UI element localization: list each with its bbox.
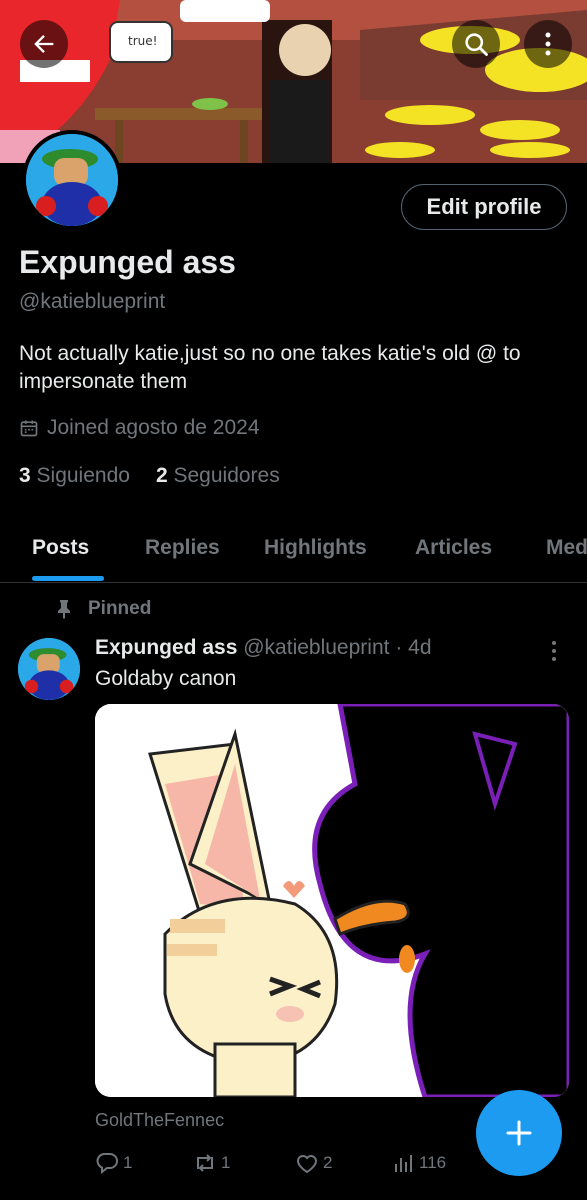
- calendar-icon: [20, 420, 38, 437]
- edit-profile-button[interactable]: Edit profile: [401, 184, 567, 230]
- post-author-avatar[interactable]: [18, 638, 80, 700]
- compose-post-button[interactable]: [476, 1090, 562, 1176]
- profile-display-name: Expunged ass: [19, 244, 236, 280]
- reply-icon: [96, 1153, 118, 1174]
- back-button[interactable]: [20, 20, 68, 68]
- following-count: 3: [19, 464, 31, 487]
- profile-avatar[interactable]: [22, 130, 122, 230]
- image-caption: GoldTheFennec: [95, 1110, 225, 1130]
- profile-bio: Not actually katie,just so no one takes …: [19, 342, 521, 393]
- tab-media[interactable]: Med: [546, 536, 587, 560]
- following-label: Siguiendo: [36, 464, 130, 487]
- reply-count: 1: [123, 1153, 133, 1172]
- following-link[interactable]: 3 Siguiendo: [19, 464, 130, 488]
- profile-tabs: Posts Replies Highlights Articles Med: [0, 520, 587, 583]
- tab-highlights[interactable]: Highlights: [264, 536, 367, 560]
- views-button[interactable]: 116: [393, 1152, 446, 1174]
- more-vertical-icon: [545, 32, 551, 56]
- compose-plus-icon: [506, 1120, 532, 1146]
- speech-bubble-text: true!: [128, 34, 157, 48]
- post-header: Expunged ass @katieblueprint · 4d: [95, 636, 432, 660]
- avatar-image: [26, 134, 118, 226]
- joined-date: Joined agosto de 2024: [19, 416, 260, 440]
- post-time: · 4d: [395, 636, 432, 659]
- tab-replies[interactable]: Replies: [145, 536, 220, 560]
- repost-icon: [197, 1154, 213, 1172]
- post-more-button[interactable]: [550, 640, 558, 667]
- like-button[interactable]: 2: [295, 1152, 332, 1174]
- joined-text: Joined agosto de 2024: [47, 416, 260, 439]
- followers-link[interactable]: 2 Seguidores: [156, 464, 280, 488]
- follow-stats: 3 Siguiendo 2 Seguidores: [19, 464, 280, 488]
- repost-button[interactable]: 1: [193, 1152, 230, 1174]
- tab-articles[interactable]: Articles: [415, 536, 492, 560]
- pin-icon: [58, 600, 70, 619]
- search-icon: [465, 33, 488, 56]
- post-text: Goldaby canon: [95, 667, 237, 690]
- repost-count: 1: [221, 1153, 231, 1172]
- search-button[interactable]: [452, 20, 500, 68]
- post-author-handle[interactable]: @katieblueprint: [243, 636, 389, 659]
- active-tab-indicator: [32, 576, 104, 581]
- back-arrow-icon: [34, 35, 54, 53]
- more-options-button[interactable]: [524, 20, 572, 68]
- post-image[interactable]: [95, 704, 569, 1097]
- followers-count: 2: [155, 464, 168, 487]
- profile-handle: @katieblueprint: [19, 290, 166, 313]
- tab-posts[interactable]: Posts: [32, 536, 89, 560]
- like-icon: [296, 1155, 318, 1174]
- followers-label: Seguidores: [173, 464, 280, 487]
- like-count: 2: [323, 1153, 333, 1172]
- more-vertical-icon: [552, 641, 556, 661]
- views-icon: [395, 1155, 412, 1172]
- post-author-name[interactable]: Expunged ass: [95, 636, 237, 659]
- pinned-text: Pinned: [88, 598, 152, 619]
- fan-art-illustration: [95, 704, 569, 1097]
- pinned-label: Pinned: [56, 598, 151, 620]
- views-count: 116: [419, 1153, 447, 1172]
- reply-button[interactable]: 1: [95, 1152, 132, 1174]
